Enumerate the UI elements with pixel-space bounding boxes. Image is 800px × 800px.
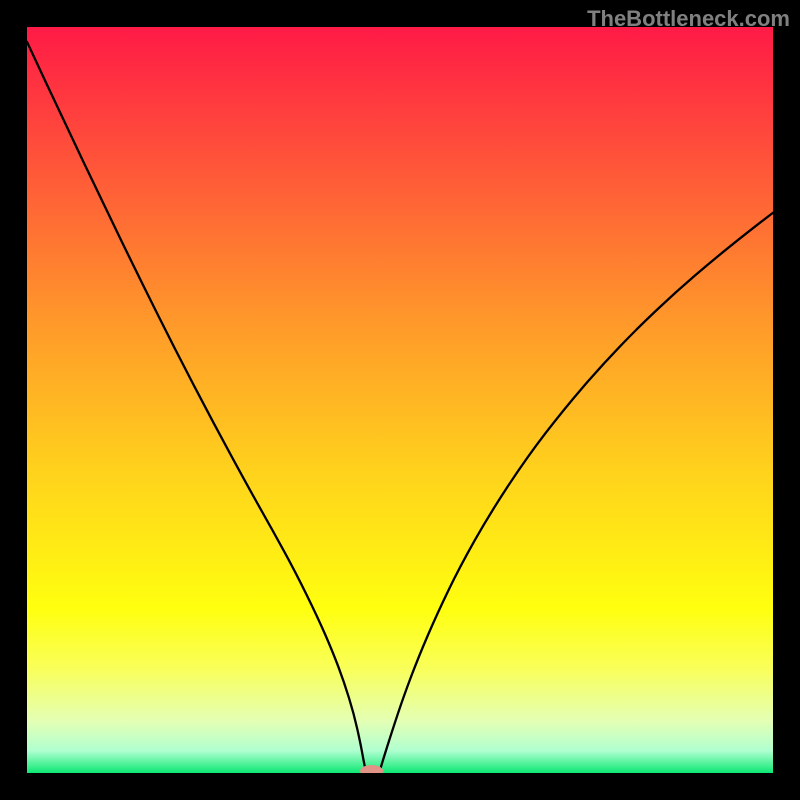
gradient-background xyxy=(27,27,773,773)
watermark-text: TheBottleneck.com xyxy=(587,6,790,32)
chart-frame xyxy=(0,0,27,800)
chart-container: TheBottleneck.com xyxy=(0,0,800,800)
chart-frame xyxy=(0,773,800,800)
chart-frame xyxy=(773,0,800,800)
bottleneck-chart xyxy=(0,0,800,800)
